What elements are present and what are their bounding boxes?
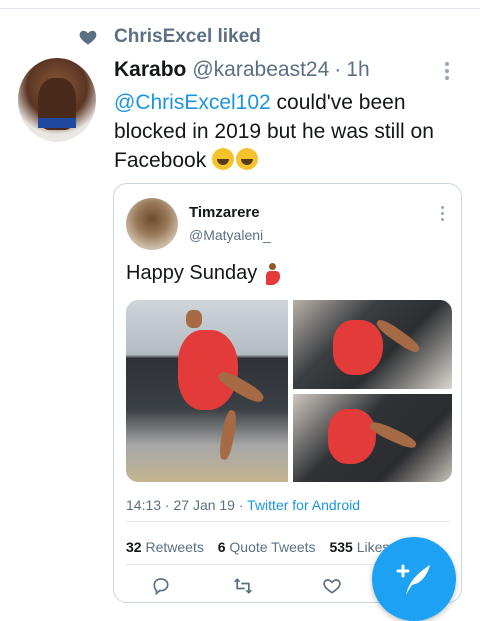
source-app-link[interactable]: Twitter for Android xyxy=(247,497,360,513)
tweet-header: Karabo @karabeast24 · 1h xyxy=(114,58,370,82)
author-avatar[interactable] xyxy=(18,58,96,142)
quoted-author-handle[interactable]: @Matyaleni_ xyxy=(189,227,271,243)
divider xyxy=(126,521,451,522)
tweet-time[interactable]: 1h xyxy=(346,58,369,82)
quoted-photo-2[interactable] xyxy=(293,300,452,389)
liked-by-text: ChrisExcel liked xyxy=(114,26,261,47)
quoted-author-name[interactable]: Timzarere xyxy=(189,204,260,221)
quoted-text-row: Happy Sunday xyxy=(126,262,281,285)
quoted-author-avatar[interactable] xyxy=(126,198,178,250)
quoted-photo-1[interactable] xyxy=(126,300,288,482)
author-handle[interactable]: @karabeast24 xyxy=(192,58,329,82)
retweets-stat[interactable]: 32 Retweets xyxy=(126,539,204,555)
like-icon[interactable] xyxy=(321,576,343,596)
compose-feather-icon xyxy=(396,564,430,595)
quoted-more-options-icon[interactable] xyxy=(441,206,445,224)
top-divider xyxy=(0,8,480,9)
rofl-emoji-icon xyxy=(236,148,259,170)
quoted-meta: 14:13 · 27 Jan 19 · Twitter for Android xyxy=(126,497,360,513)
rofl-emoji-icon xyxy=(212,148,235,170)
engagement-stats: 32 Retweets 6 Quote Tweets 535 Likes xyxy=(126,539,389,555)
reply-icon[interactable] xyxy=(150,576,172,596)
compose-tweet-button[interactable] xyxy=(372,537,456,621)
avatar-shorts xyxy=(38,118,76,128)
quoted-photo-3[interactable] xyxy=(293,394,452,482)
heart-icon xyxy=(79,30,97,45)
more-options-icon[interactable] xyxy=(444,62,450,82)
author-name[interactable]: Karabo xyxy=(114,58,186,82)
quote-tweets-stat[interactable]: 6 Quote Tweets xyxy=(218,539,316,555)
mention-link[interactable]: @ChrisExcel102 xyxy=(114,91,271,114)
social-context[interactable]: ChrisExcel liked xyxy=(78,26,261,48)
dancer-emoji-icon xyxy=(265,262,281,285)
tweet-text: @ChrisExcel102 could've been blocked in … xyxy=(114,88,454,175)
retweet-icon[interactable] xyxy=(232,576,254,596)
separator-dot: · xyxy=(334,58,342,81)
quoted-text: Happy Sunday xyxy=(126,262,258,284)
quoted-timestamp[interactable]: 14:13 · 27 Jan 19 · xyxy=(126,497,247,513)
